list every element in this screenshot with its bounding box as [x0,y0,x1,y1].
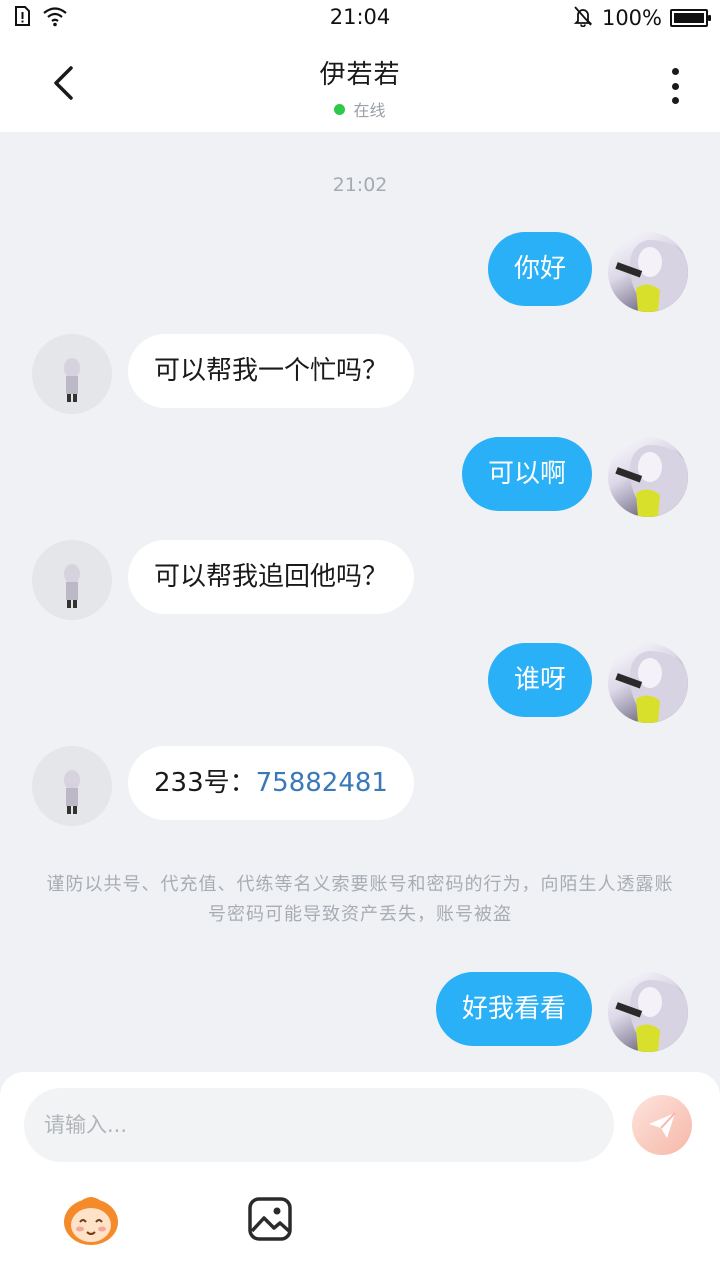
status-bar: 21:04 100% [0,0,720,36]
avatar-image-icon [615,240,688,312]
self-avatar[interactable] [608,437,688,517]
more-dot-icon [671,68,679,75]
battery-icon [670,9,711,27]
more-button[interactable] [660,64,690,108]
message-bubble-self[interactable]: 谁呀 [487,643,592,717]
battery-percent: 100% [601,6,662,30]
input-panel [0,1072,720,1280]
chat-header: 伊若若 在线 [0,36,720,132]
avatar-image-icon [64,358,80,402]
contact-avatar[interactable] [32,334,112,414]
contact-avatar[interactable] [32,540,112,620]
more-dot-icon [671,97,679,104]
image-button[interactable] [247,1196,293,1242]
message-text: 233号： [154,768,256,798]
send-button[interactable] [632,1095,692,1155]
status-right: 100% [572,5,711,32]
contact-status: 在线 [0,97,720,121]
contact-name: 伊若若 [319,60,401,90]
avatar-image-icon [615,980,688,1052]
online-dot-icon [334,103,346,115]
contact-avatar[interactable] [32,746,112,826]
message-bubble-self[interactable]: 你好 [487,232,592,306]
message-bubble-other[interactable]: 可以帮我追回他吗？ [128,540,415,614]
safety-notice: 谨防以共号、代充值、代练等名义索要账号和密码的行为，向陌生人透露账号密码可能导致… [46,874,674,925]
emoji-button[interactable] [60,1192,122,1248]
send-icon [649,1112,676,1138]
avatar-image-icon [615,445,688,517]
avatar-image-icon [615,651,688,723]
message-timestamp: 21:02 [332,174,388,196]
self-avatar[interactable] [608,643,688,723]
message-bubble-other[interactable]: 233号：75882481 [128,746,414,820]
avatar-image-icon [64,770,80,814]
self-avatar[interactable] [608,232,688,312]
account-link[interactable]: 75882481 [256,768,388,798]
contact-status-text: 在线 [353,101,386,120]
message-bubble-other[interactable]: 可以帮我一个忙吗？ [128,334,415,408]
message-bubble-self[interactable]: 可以啊 [461,437,592,511]
self-avatar[interactable] [608,972,688,1052]
avatar-image-icon [64,564,80,608]
chat-area[interactable]: 21:02 你好 可以帮我一个忙吗？ 可以啊 可以帮我追回他吗？ 谁呀 233号… [0,132,720,1072]
message-input[interactable] [24,1088,614,1162]
contact-info: 伊若若 在线 [0,54,720,121]
image-icon [248,1197,292,1241]
emoji-face-icon [64,1197,118,1245]
message-bubble-self[interactable]: 好我看看 [435,972,592,1046]
more-dot-icon [671,82,679,90]
mute-bell-icon [572,5,594,32]
